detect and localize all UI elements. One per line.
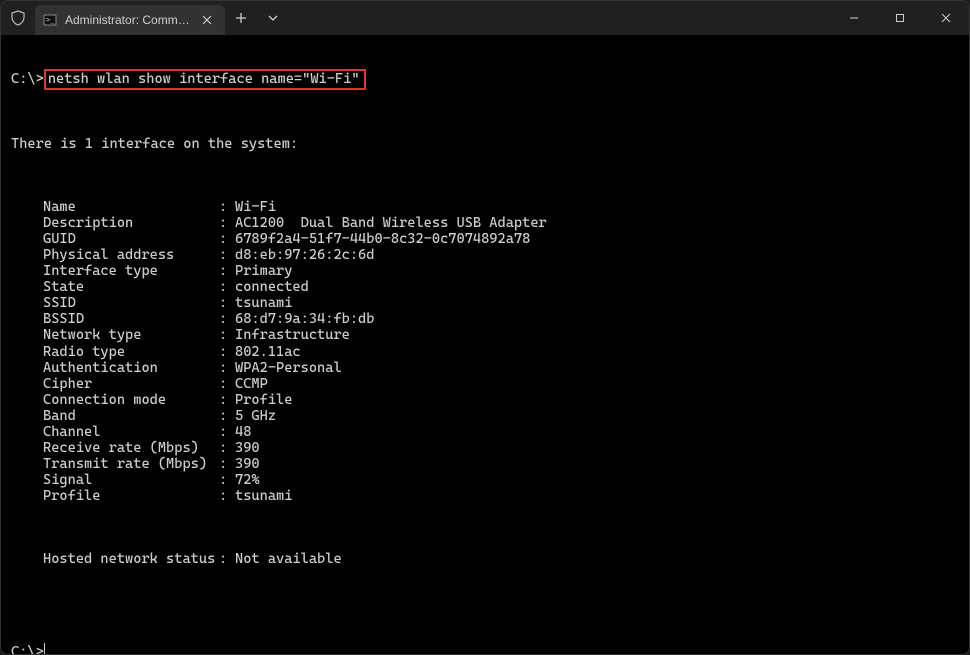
tab-active[interactable]: >_ Administrator: Command Pro	[35, 5, 225, 35]
close-tab-button[interactable]	[199, 12, 215, 28]
cmd-icon: >_	[43, 13, 57, 27]
field-line: BSSID: 68:d7:9a:34:fb:db	[11, 311, 959, 327]
hosted-network-line: Hosted network status: Not available	[11, 551, 959, 567]
close-window-button[interactable]	[923, 1, 969, 35]
field-line: Receive rate (Mbps): 390	[11, 440, 959, 456]
terminal-window: >_ Administrator: Command Pro C:\>	[0, 0, 970, 655]
titlebar[interactable]: >_ Administrator: Command Pro	[1, 1, 969, 35]
field-line: GUID: 6789f2a4-51f7-44b0-8c32-0c7074892a…	[11, 231, 959, 247]
field-line: Name: Wi-Fi	[11, 199, 959, 215]
field-line: Cipher: CCMP	[11, 376, 959, 392]
field-line: SSID: tsunami	[11, 295, 959, 311]
cursor	[44, 643, 45, 654]
field-line: Transmit rate (Mbps): 390	[11, 456, 959, 472]
titlebar-drag-region[interactable]	[289, 1, 831, 35]
field-line: Authentication: WPA2-Personal	[11, 360, 959, 376]
field-line: Network type: Infrastructure	[11, 327, 959, 343]
field-line: Profile: tsunami	[11, 488, 959, 504]
maximize-button[interactable]	[877, 1, 923, 35]
app-shield-icon	[1, 1, 35, 35]
field-line: Physical address: d8:eb:97:26:2c:6d	[11, 247, 959, 263]
field-line: Band: 5 GHz	[11, 408, 959, 424]
tab-title: Administrator: Command Pro	[65, 13, 191, 27]
minimize-button[interactable]	[831, 1, 877, 35]
command-highlight: netsh wlan show interface name="Wi-Fi"	[44, 69, 366, 90]
field-line: State: connected	[11, 279, 959, 295]
interface-fields: Name: Wi-FiDescription: AC1200 Dual Band…	[11, 199, 959, 505]
prompt: C:\>	[11, 71, 44, 87]
field-line: Interface type: Primary	[11, 263, 959, 279]
svg-text:>_: >_	[46, 16, 55, 24]
field-line: Channel: 48	[11, 424, 959, 440]
field-line: Signal: 72%	[11, 472, 959, 488]
summary-line: There is 1 interface on the system:	[11, 136, 959, 152]
new-tab-button[interactable]	[225, 1, 257, 35]
prompt-idle: C:\>	[11, 644, 44, 654]
field-line: Connection mode: Profile	[11, 392, 959, 408]
field-line: Radio type: 802.11ac	[11, 344, 959, 360]
tab-dropdown-button[interactable]	[257, 1, 289, 35]
field-line: Description: AC1200 Dual Band Wireless U…	[11, 215, 959, 231]
terminal-output[interactable]: C:\>netsh wlan show interface name="Wi-F…	[1, 35, 969, 654]
window-controls	[831, 1, 969, 35]
